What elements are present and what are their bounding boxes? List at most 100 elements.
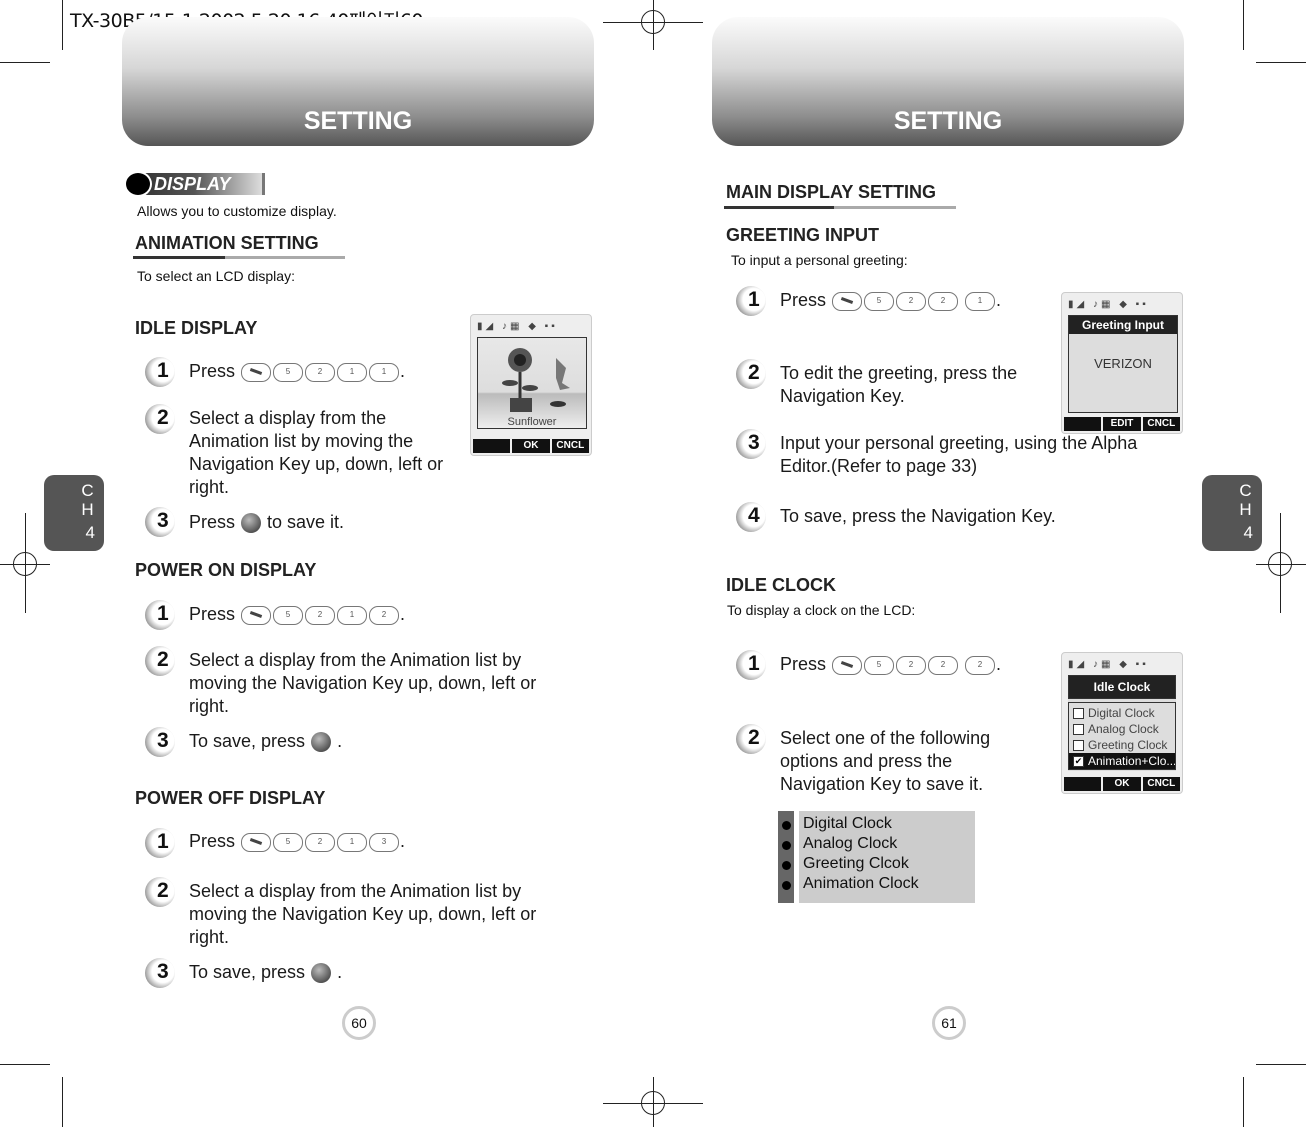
crop-mark	[62, 1077, 63, 1127]
step-2: Select a display from the Animation list…	[189, 881, 537, 947]
key-2-icon: 2	[369, 605, 400, 625]
chapter-number: 4	[1243, 523, 1253, 542]
title-underline	[133, 256, 345, 259]
checkbox-icon	[1073, 724, 1084, 736]
clock-options-list: Digital Clock Analog Clock Greeting Clco…	[778, 811, 975, 903]
status-icons: ▮◢ ♪▦ ◆ ▪▪	[1068, 659, 1149, 670]
step-2: Select one of the following options and …	[780, 728, 991, 794]
step-3: To save, press.	[189, 731, 343, 753]
ok-key-icon	[311, 963, 332, 984]
phone-screen-idle-clock: ▮◢ ♪▦ ◆ ▪▪ Idle Clock Digital Clock Anal…	[1061, 652, 1183, 794]
page-number: 60	[342, 1006, 376, 1040]
ok-key-icon	[241, 513, 262, 534]
softkey-bar: OK CNCL	[473, 439, 589, 453]
chapter-number: 4	[85, 523, 95, 542]
key-1-icon: 1	[337, 362, 368, 382]
step-2: To edit the greeting, press the Navigati…	[780, 363, 1018, 406]
greeting-input-description: To input a personal greeting:	[731, 252, 908, 268]
page-title: SETTING	[893, 107, 1003, 135]
key-5-icon: 5	[864, 291, 895, 311]
registration-circle	[641, 10, 665, 34]
step-number: 2	[736, 359, 766, 389]
option-greeting-clock[interactable]: Greeting Clock	[1069, 737, 1175, 753]
list-item: Digital Clock	[803, 815, 892, 832]
end-key-icon	[832, 291, 863, 311]
header-banner-left: SETTING	[122, 17, 594, 146]
step-2: Select a display from the Animation list…	[189, 650, 537, 716]
crop-mark	[1256, 1064, 1306, 1065]
screen-caption: Sunflower	[507, 416, 557, 428]
page-number: 61	[932, 1006, 966, 1040]
step-1: Press 5222.	[780, 654, 1002, 675]
ok-key-icon	[311, 732, 332, 753]
greeting-input-title: GREETING INPUT	[726, 225, 880, 245]
key-2-icon: 2	[928, 655, 959, 675]
softkey-ok: OK	[510, 439, 549, 453]
step-1: Press 5213.	[189, 831, 406, 852]
idle-clock-title: IDLE CLOCK	[726, 575, 836, 595]
key-1-icon: 1	[337, 832, 368, 852]
step-number: 1	[145, 600, 175, 630]
softkey-bar: OK CNCL	[1064, 777, 1180, 791]
bullet-icon	[782, 821, 791, 830]
option-animation-clock[interactable]: ✔ Animation+Clo...	[1069, 753, 1175, 769]
key-1-icon: 1	[369, 362, 400, 382]
section-pill-label: DISPLAY	[154, 174, 231, 194]
step-number: 4	[736, 502, 766, 532]
softkey-left	[473, 439, 510, 453]
screen-title: Greeting Input	[1069, 316, 1177, 334]
crop-mark	[1256, 62, 1306, 63]
option-digital-clock[interactable]: Digital Clock	[1069, 705, 1175, 721]
idle-clock-description: To display a clock on the LCD:	[727, 602, 916, 618]
screen-title: Idle Clock	[1068, 675, 1176, 699]
step-number: 3	[736, 429, 766, 459]
step-number: 1	[736, 650, 766, 680]
step-1: Press 5212.	[189, 604, 406, 625]
key-5-icon: 5	[273, 362, 304, 382]
chapter-label: CH	[1236, 481, 1255, 519]
step-number: 2	[145, 646, 175, 676]
registration-circle	[13, 552, 37, 576]
step-1: Press 5221.	[780, 290, 1002, 311]
screen: Idle Clock Digital Clock Analog Clock Gr…	[1068, 675, 1176, 771]
bullet-icon	[782, 861, 791, 870]
end-key-icon	[241, 832, 272, 852]
step-number: 2	[145, 404, 175, 434]
key-1-icon: 1	[337, 605, 368, 625]
bullet-icon	[782, 841, 791, 850]
subsection-description: To select an LCD display:	[137, 268, 295, 284]
screen: Greeting Input VERIZON	[1068, 315, 1178, 413]
key-3-icon: 3	[369, 832, 400, 852]
step-3: To save, press.	[189, 962, 343, 984]
status-icons: ▮◢ ♪▦ ◆ ▪▪	[1068, 299, 1149, 310]
key-2-icon: 2	[305, 362, 336, 382]
status-icons: ▮◢ ♪▦ ◆ ▪▪	[477, 321, 558, 332]
crop-mark	[0, 1064, 50, 1065]
key-2-icon: 2	[896, 655, 927, 675]
softkey-ok: OK	[1101, 777, 1140, 791]
step-4: To save, press the Navigation Key.	[780, 506, 1056, 526]
section-pill: DISPLAY	[124, 171, 265, 197]
softkey-cancel: CNCL	[1140, 417, 1180, 431]
checkbox-icon	[1073, 708, 1084, 720]
list-item: Greeting Clcok	[803, 855, 909, 872]
section-title: MAIN DISPLAY SETTING	[726, 182, 937, 202]
registration-circle	[1268, 552, 1292, 576]
step-3: Input your personal greeting, using the …	[780, 433, 1138, 476]
softkey-cancel: CNCL	[1140, 777, 1180, 791]
end-key-icon	[241, 605, 272, 625]
softkey-cancel: CNCL	[549, 439, 589, 453]
end-key-icon	[832, 655, 863, 675]
subsection-title: ANIMATION SETTING	[135, 233, 319, 253]
header-banner-right: SETTING	[712, 17, 1184, 146]
softkey-left	[1064, 777, 1101, 791]
step-number: 2	[736, 724, 766, 754]
key-2-icon: 2	[928, 291, 959, 311]
key-5-icon: 5	[864, 655, 895, 675]
phone-screen-sunflower: ▮◢ ♪▦ ◆ ▪▪ Sunflower OK CNCL	[470, 314, 592, 456]
step-number: 3	[145, 507, 175, 537]
option-analog-clock[interactable]: Analog Clock	[1069, 721, 1175, 737]
softkey-left	[1064, 417, 1101, 431]
list-item: Animation Clock	[803, 875, 919, 892]
power-off-display-title: POWER OFF DISPLAY	[135, 788, 326, 808]
